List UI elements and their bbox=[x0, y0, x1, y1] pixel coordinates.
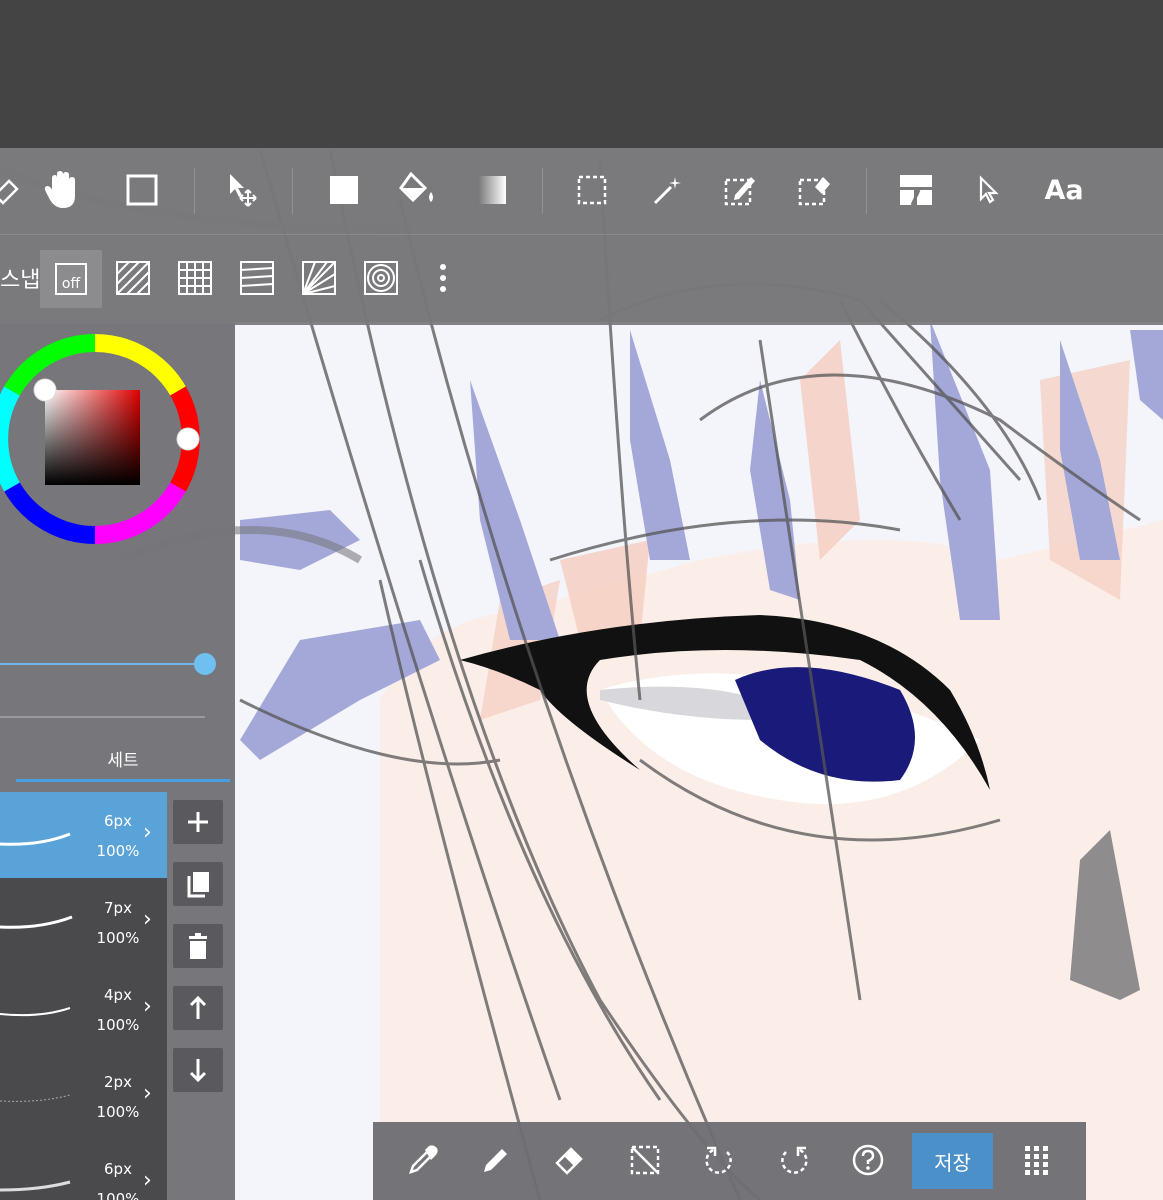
delete-brush-button[interactable] bbox=[173, 924, 223, 968]
snap-off-label: off bbox=[55, 263, 87, 295]
brush-opacity: 100% bbox=[96, 1016, 140, 1034]
help-icon[interactable] bbox=[844, 1136, 892, 1184]
brush-item[interactable]: 6px 100% › bbox=[0, 792, 167, 878]
arrow-down-icon bbox=[189, 1059, 207, 1083]
pointer-icon[interactable] bbox=[966, 166, 1014, 214]
brush-size-slider[interactable] bbox=[0, 663, 205, 665]
chevron-right-icon: › bbox=[143, 994, 152, 1019]
arrow-up-icon bbox=[189, 995, 207, 1019]
brush-opacity: 100% bbox=[96, 929, 140, 947]
tab-set[interactable]: 세트 bbox=[16, 742, 230, 782]
move-down-button[interactable] bbox=[173, 1048, 223, 1092]
eraser-icon[interactable] bbox=[0, 166, 28, 214]
panel-divider bbox=[0, 716, 205, 718]
separator bbox=[866, 168, 867, 214]
select-rect-icon[interactable] bbox=[568, 166, 616, 214]
select-eraser-icon[interactable] bbox=[790, 166, 838, 214]
bucket-icon[interactable] bbox=[394, 166, 442, 214]
eraser-icon[interactable] bbox=[546, 1136, 594, 1184]
magic-wand-icon[interactable] bbox=[644, 166, 692, 214]
redo-icon[interactable] bbox=[770, 1136, 818, 1184]
top-status-area bbox=[0, 0, 1163, 148]
trash-icon bbox=[189, 933, 207, 959]
layout-icon[interactable] bbox=[892, 166, 940, 214]
gradient-icon[interactable] bbox=[468, 166, 516, 214]
brush-size-slider-knob[interactable] bbox=[194, 653, 216, 675]
brush-size: 7px bbox=[104, 899, 132, 917]
brush-actions bbox=[167, 792, 235, 1200]
brush-item[interactable]: 6px 100% › bbox=[0, 1140, 167, 1200]
circle-snap-icon[interactable] bbox=[357, 254, 405, 302]
chevron-right-icon: › bbox=[143, 907, 152, 932]
brush-opacity: 100% bbox=[96, 1103, 140, 1121]
brush-size: 2px bbox=[104, 1073, 132, 1091]
brush-item[interactable]: 7px 100% › bbox=[0, 879, 167, 965]
brush-size: 6px bbox=[104, 812, 132, 830]
brush-item[interactable]: 4px 100% › bbox=[0, 966, 167, 1052]
bottom-toolbar: 저장 bbox=[373, 1122, 1086, 1200]
copy-icon bbox=[187, 872, 209, 898]
more-options-icon[interactable] bbox=[419, 254, 467, 302]
brush-size: 6px bbox=[104, 1160, 132, 1178]
chevron-right-icon: › bbox=[143, 1168, 152, 1193]
brush-opacity: 100% bbox=[96, 1190, 140, 1200]
duplicate-brush-button[interactable] bbox=[173, 862, 223, 906]
move-up-button[interactable] bbox=[173, 986, 223, 1030]
brush-list: 6px 100% › 7px 100% › 4px 100% › 2px 100… bbox=[0, 792, 167, 1200]
parallel-snap-icon[interactable] bbox=[109, 254, 157, 302]
select-pen-icon[interactable] bbox=[716, 166, 764, 214]
radial-snap-icon[interactable] bbox=[295, 254, 343, 302]
separator bbox=[542, 168, 543, 214]
snap-off-button[interactable]: off bbox=[40, 250, 102, 308]
plus-icon bbox=[188, 812, 208, 832]
chevron-right-icon: › bbox=[143, 1081, 152, 1106]
separator bbox=[194, 168, 195, 214]
brush-size: 4px bbox=[104, 986, 132, 1004]
grid-snap-icon[interactable] bbox=[171, 254, 219, 302]
separator bbox=[292, 168, 293, 214]
undo-icon[interactable] bbox=[695, 1136, 743, 1184]
hand-icon[interactable] bbox=[38, 166, 86, 214]
color-wheel[interactable] bbox=[0, 332, 202, 546]
save-button[interactable]: 저장 bbox=[912, 1133, 993, 1189]
add-brush-button[interactable] bbox=[173, 800, 223, 844]
move-select-icon[interactable] bbox=[220, 166, 268, 214]
snap-label: 스냅 bbox=[0, 268, 41, 293]
pen-icon[interactable] bbox=[472, 1136, 520, 1184]
deselect-icon[interactable] bbox=[621, 1136, 669, 1184]
fill-square-icon[interactable] bbox=[320, 166, 368, 214]
text-tool-button[interactable]: Aa bbox=[1040, 166, 1088, 214]
brush-opacity: 100% bbox=[96, 842, 140, 860]
eyedropper-icon[interactable] bbox=[399, 1136, 447, 1184]
chevron-right-icon: › bbox=[143, 820, 152, 845]
square-outline-icon[interactable] bbox=[118, 166, 166, 214]
perspective-snap-icon[interactable] bbox=[233, 254, 281, 302]
menu-grid-icon[interactable] bbox=[1013, 1136, 1061, 1184]
brush-item[interactable]: 2px 100% › bbox=[0, 1053, 167, 1139]
